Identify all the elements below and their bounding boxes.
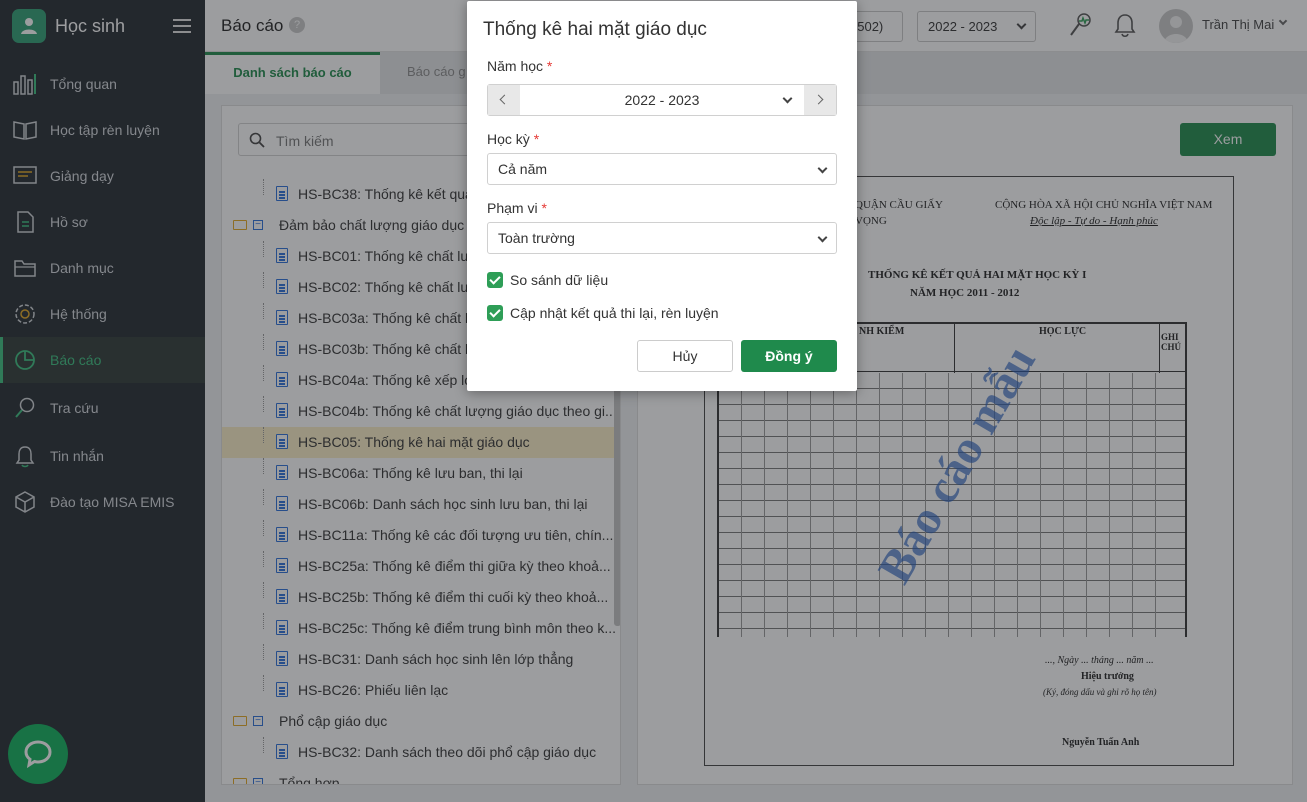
report-options-dialog: Thống kê hai mặt giáo dục Năm học * 2022…: [467, 1, 857, 391]
year-label: Năm học *: [487, 58, 553, 74]
chevron-down-icon: [817, 163, 828, 174]
semester-select[interactable]: Cả năm: [487, 153, 837, 185]
dialog-title: Thống kê hai mặt giáo dục: [483, 19, 707, 40]
update-results-checkbox[interactable]: Cập nhật kết quả thi lại, rèn luyện: [487, 305, 719, 321]
cancel-button[interactable]: Hủy: [637, 340, 733, 372]
school-year-stepper[interactable]: 2022 - 2023: [487, 84, 837, 116]
checkbox-checked-icon: [487, 305, 503, 321]
school-year-value[interactable]: 2022 - 2023: [520, 85, 804, 115]
compare-data-checkbox[interactable]: So sánh dữ liệu: [487, 272, 608, 288]
semester-label: Học kỳ *: [487, 131, 540, 147]
chevron-right-icon: [813, 94, 824, 105]
prev-year-button[interactable]: [488, 85, 520, 115]
next-year-button[interactable]: [804, 85, 836, 115]
scope-label: Phạm vi *: [487, 200, 547, 216]
chevron-down-icon: [817, 232, 828, 243]
ok-button[interactable]: Đồng ý: [741, 340, 837, 372]
checkbox-checked-icon: [487, 272, 503, 288]
chevron-left-icon: [499, 94, 510, 105]
scope-select[interactable]: Toàn trường: [487, 222, 837, 254]
